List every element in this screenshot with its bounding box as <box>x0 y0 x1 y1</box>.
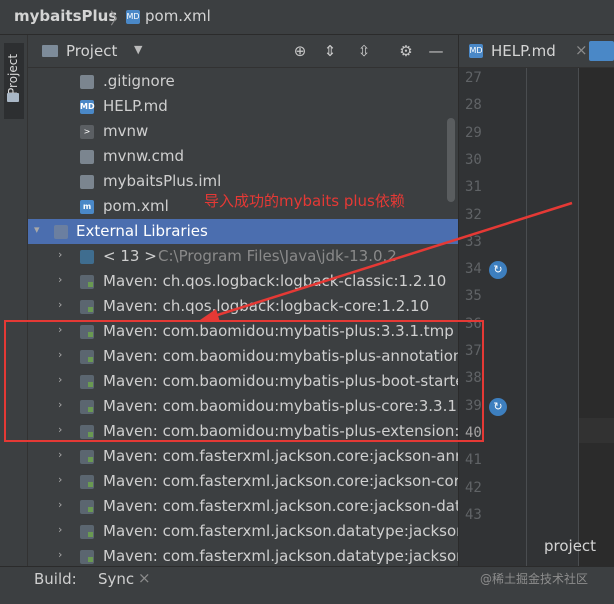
annotation-arrow-head <box>200 309 220 322</box>
annotation-arrow-line <box>207 201 573 320</box>
annotation-arrow-svg <box>200 201 573 322</box>
